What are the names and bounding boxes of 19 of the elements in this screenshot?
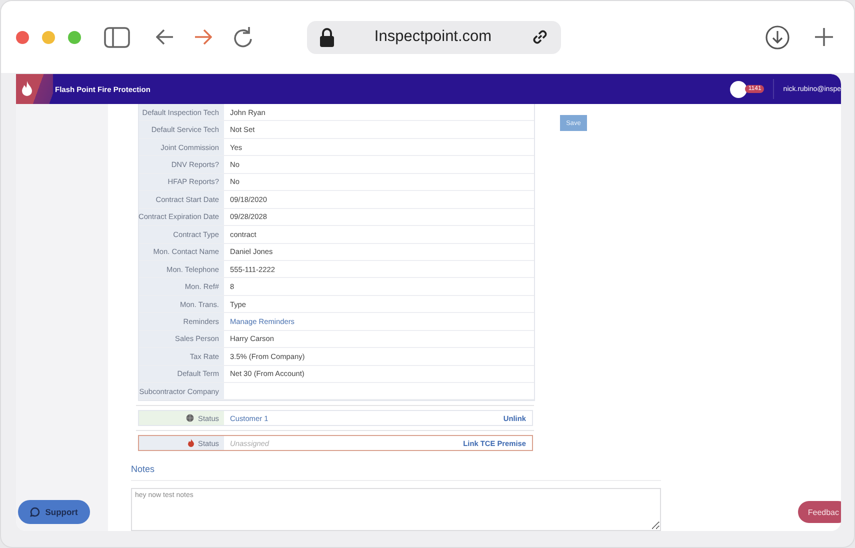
reload-icon[interactable] [233, 26, 253, 48]
new-tab-icon[interactable] [814, 27, 834, 47]
download-icon[interactable] [765, 24, 790, 50]
flame-icon [21, 81, 33, 97]
link-icon[interactable] [531, 28, 549, 46]
close-window-button[interactable] [16, 30, 29, 44]
avatar-circle[interactable] [730, 80, 748, 98]
address-bar[interactable]: Inspectpoint.com [307, 20, 561, 54]
chat-bubble-icon [30, 507, 40, 517]
url-text: Inspectpoint.com [374, 28, 492, 46]
support-button[interactable]: Support [18, 500, 90, 524]
forward-arrow-icon[interactable] [194, 29, 212, 45]
sidebar-icon[interactable] [104, 26, 130, 48]
feedback-button[interactable]: Feedbac [798, 501, 841, 523]
globe-icon [186, 414, 194, 422]
back-arrow-icon[interactable] [156, 29, 174, 45]
lock-icon [319, 28, 335, 46]
notes-heading: Notes [131, 464, 156, 474]
flame-icon [188, 439, 194, 448]
